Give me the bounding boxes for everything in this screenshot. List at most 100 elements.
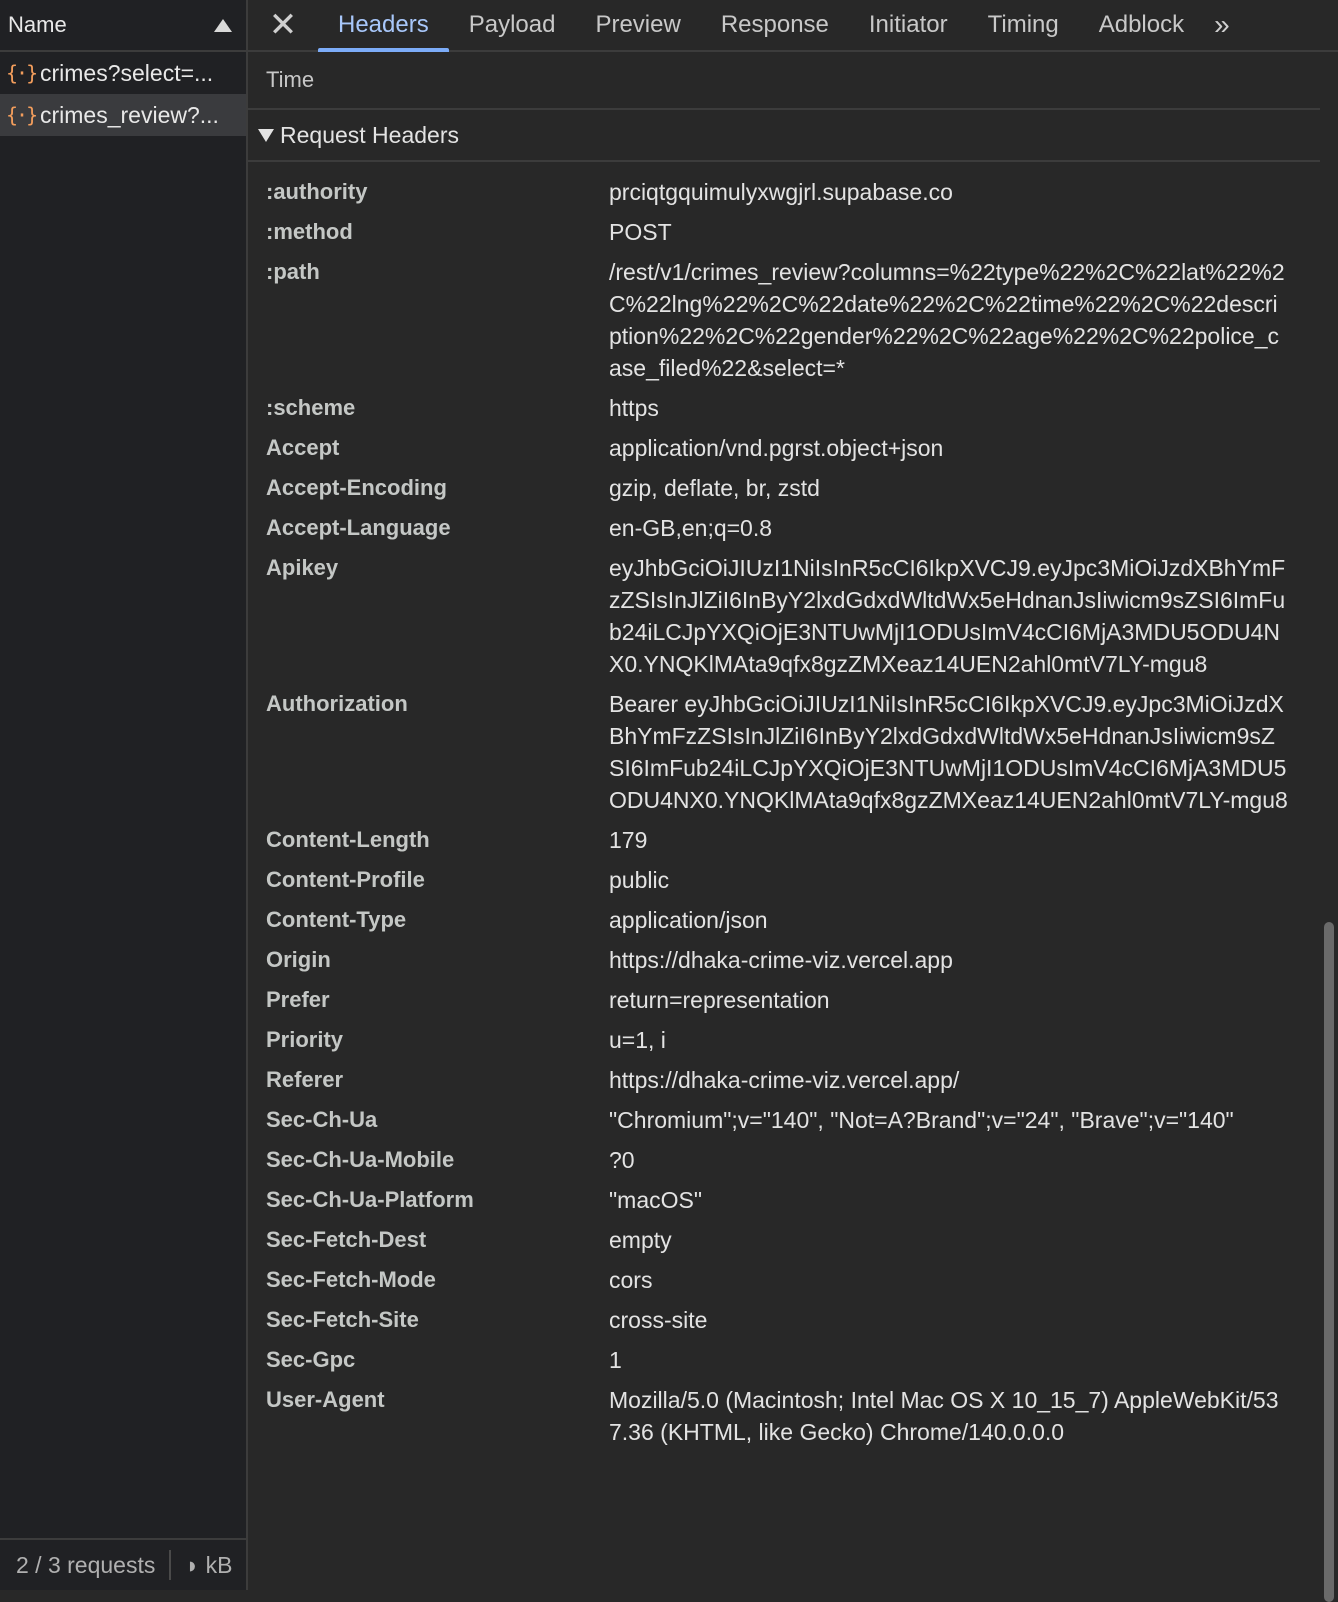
header-row: Sec-Ch-Ua-Mobile ?0 bbox=[248, 1140, 1320, 1180]
tab-response[interactable]: Response bbox=[701, 0, 849, 50]
headers-scroll-area[interactable]: Time Request Headers :authority prciqtgqu… bbox=[248, 52, 1320, 1590]
time-label: Time bbox=[266, 67, 315, 92]
request-list: {·} crimes?select=... {·} crimes_review?... bbox=[0, 52, 246, 136]
request-name: crimes_review?... bbox=[40, 101, 219, 128]
scrollbar[interactable] bbox=[1320, 52, 1338, 1602]
header-name: User-Agent bbox=[266, 1387, 385, 1412]
header-value[interactable]: cors bbox=[609, 1264, 1289, 1296]
header-name: Content-Profile bbox=[266, 867, 425, 892]
header-value[interactable]: ?0 bbox=[609, 1144, 1289, 1176]
header-value[interactable]: /rest/v1/crimes_review?columns=%22type%2… bbox=[609, 256, 1289, 384]
header-value[interactable]: eyJhbGciOiJIUzI1NiIsInR5cCI6IkpXVCJ9.eyJ… bbox=[609, 552, 1289, 680]
request-headers-section-toggle[interactable]: Request Headers bbox=[248, 110, 1320, 162]
header-value[interactable]: application/vnd.pgrst.object+json bbox=[609, 432, 1289, 464]
header-name: Sec-Fetch-Mode bbox=[266, 1267, 436, 1292]
header-name: Accept-Language bbox=[266, 515, 451, 540]
sort-ascending-icon[interactable] bbox=[214, 18, 232, 32]
header-name: Priority bbox=[266, 1027, 344, 1052]
header-name: Accept-Encoding bbox=[266, 475, 447, 500]
header-name: Prefer bbox=[266, 987, 330, 1012]
name-column-header[interactable]: Name bbox=[0, 0, 246, 52]
header-name: Content-Length bbox=[266, 827, 430, 852]
close-icon[interactable]: ✕ bbox=[248, 0, 318, 50]
header-name: Content-Type bbox=[266, 907, 407, 932]
tab-timing[interactable]: Timing bbox=[968, 0, 1079, 50]
header-row: Sec-Fetch-Dest empty bbox=[248, 1220, 1320, 1260]
header-name: Sec-Fetch-Site bbox=[266, 1307, 419, 1332]
request-name: crimes?select=... bbox=[40, 59, 214, 86]
header-row: :path/rest/v1/crimes_review?columns=%22t… bbox=[248, 252, 1320, 388]
header-value[interactable]: return=representation bbox=[609, 984, 1289, 1016]
header-name: Referer bbox=[266, 1067, 344, 1092]
header-value[interactable]: Mozilla/5.0 (Macintosh; Intel Mac OS X 1… bbox=[609, 1384, 1289, 1448]
header-value[interactable]: 179 bbox=[609, 824, 1289, 856]
header-value[interactable]: https bbox=[609, 392, 1289, 424]
header-row: User-Agent Mozilla/5.0 (Macintosh; Intel … bbox=[248, 1380, 1320, 1452]
header-row: Origin https://dhaka-crime-viz.vercel.app bbox=[248, 940, 1320, 980]
header-value[interactable]: https://dhaka-crime-viz.vercel.app bbox=[609, 944, 1289, 976]
request-count: 2 / 3 requests bbox=[16, 1551, 156, 1578]
header-value[interactable]: public bbox=[609, 864, 1289, 896]
header-name: Sec-Fetch-Dest bbox=[266, 1227, 427, 1252]
header-row: Apikey eyJhbGciOiJIUzI1NiIsInR5cCI6IkpXVC… bbox=[248, 548, 1320, 684]
header-row: Sec-Ch-Ua "Chromium";v="140", "Not=A?Bran… bbox=[248, 1100, 1320, 1140]
header-row: Accept application/vnd.pgrst.object+json bbox=[248, 428, 1320, 468]
header-value[interactable]: 1 bbox=[609, 1344, 1289, 1376]
header-name: :method bbox=[266, 219, 353, 244]
header-value[interactable]: Bearer eyJhbGciOiJIUzI1NiIsInR5cCI6IkpXV… bbox=[609, 688, 1289, 816]
general-time-row: Time bbox=[248, 52, 1320, 110]
header-name: Sec-Gpc bbox=[266, 1347, 356, 1372]
header-name: Sec-Ch-Ua bbox=[266, 1107, 378, 1132]
header-value[interactable]: application/json bbox=[609, 904, 1289, 936]
header-value[interactable]: "macOS" bbox=[609, 1184, 1289, 1216]
request-list-item[interactable]: {·} crimes?select=... bbox=[0, 52, 246, 94]
header-name: Origin bbox=[266, 947, 331, 972]
tab-adblock[interactable]: Adblock bbox=[1079, 0, 1204, 50]
header-row: Content-Type application/json bbox=[248, 900, 1320, 940]
header-row: Content-Profile public bbox=[248, 860, 1320, 900]
header-name: Authorization bbox=[266, 691, 408, 716]
transfer-size: ◗ kB bbox=[185, 1551, 233, 1578]
header-row: Authorization Bearer eyJhbGciOiJIUzI1NiIs… bbox=[248, 684, 1320, 820]
header-row: Sec-Ch-Ua-Platform "macOS" bbox=[248, 1180, 1320, 1220]
header-row: Priority u=1, i bbox=[248, 1020, 1320, 1060]
header-name: :path bbox=[266, 259, 320, 284]
tab-headers[interactable]: Headers bbox=[318, 0, 449, 52]
header-row: :scheme https bbox=[248, 388, 1320, 428]
json-fetch-icon: {·} bbox=[6, 61, 38, 85]
header-value[interactable]: cross-site bbox=[609, 1304, 1289, 1336]
header-value[interactable]: u=1, i bbox=[609, 1024, 1289, 1056]
details-tab-bar: ✕ Headers Payload Preview Response Initiator… bbox=[248, 0, 1338, 52]
json-fetch-icon: {·} bbox=[6, 103, 38, 127]
header-value[interactable]: "Chromium";v="140", "Not=A?Brand";v="24"… bbox=[609, 1104, 1289, 1136]
header-name: :scheme bbox=[266, 395, 356, 420]
request-details-panel: ✕ Headers Payload Preview Response Initiator… bbox=[248, 0, 1338, 1602]
header-value[interactable]: en-GB,en;q=0.8 bbox=[609, 512, 1289, 544]
header-row: Prefer return=representation bbox=[248, 980, 1320, 1020]
header-row: Sec-Fetch-Mode cors bbox=[248, 1260, 1320, 1300]
header-value[interactable]: https://dhaka-crime-viz.vercel.app/ bbox=[609, 1064, 1289, 1096]
header-value[interactable]: POST bbox=[609, 216, 1289, 248]
status-divider bbox=[169, 1550, 172, 1580]
header-row: Content-Length 179 bbox=[248, 820, 1320, 860]
header-row: Sec-Fetch-Site cross-site bbox=[248, 1300, 1320, 1340]
header-value[interactable]: gzip, deflate, br, zstd bbox=[609, 472, 1289, 504]
expand-triangle-icon[interactable] bbox=[258, 128, 274, 142]
header-name: Sec-Ch-Ua-Mobile bbox=[266, 1147, 455, 1172]
header-name: Apikey bbox=[266, 555, 339, 580]
header-row: :authority prciqtgquimulyxwgjrl.supabase.… bbox=[248, 172, 1320, 212]
name-column-label: Name bbox=[8, 12, 67, 37]
tab-initiator[interactable]: Initiator bbox=[849, 0, 968, 50]
section-title: Request Headers bbox=[280, 121, 459, 148]
header-name: Accept bbox=[266, 435, 340, 460]
header-row: :method POST bbox=[248, 212, 1320, 252]
more-tabs-chevron-icon[interactable]: » bbox=[1204, 0, 1230, 50]
request-list-item[interactable]: {·} crimes_review?... bbox=[0, 94, 246, 136]
tab-payload[interactable]: Payload bbox=[449, 0, 576, 50]
header-value[interactable]: empty bbox=[609, 1224, 1289, 1256]
header-value[interactable]: prciqtgquimulyxwgjrl.supabase.co bbox=[609, 176, 1289, 208]
scrollbar-thumb[interactable] bbox=[1324, 922, 1334, 1602]
header-row: Accept-Encoding gzip, deflate, br, zstd bbox=[248, 468, 1320, 508]
tab-preview[interactable]: Preview bbox=[575, 0, 700, 50]
requests-panel: Name {·} crimes?select=... {·} crimes_revie… bbox=[0, 0, 248, 1590]
